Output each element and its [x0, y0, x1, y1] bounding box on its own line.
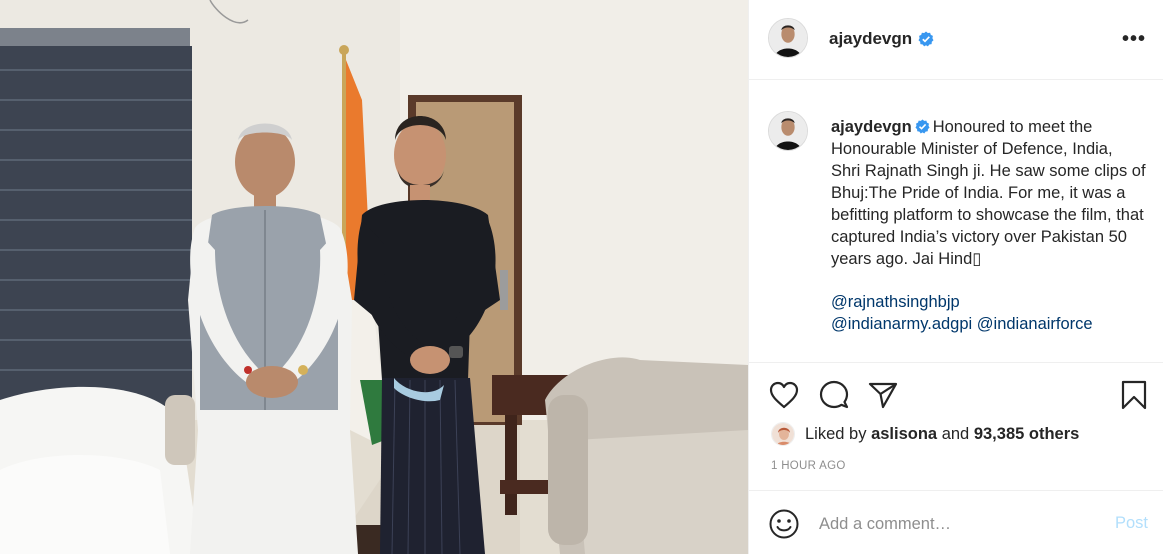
- caption-username[interactable]: ajaydevgn: [831, 118, 912, 136]
- caption-avatar-image: [769, 112, 807, 150]
- likes-connector: and: [941, 424, 970, 443]
- photo-illustration: [0, 0, 748, 554]
- caption-text-block: ajaydevgn Honoured to meet the Honourabl…: [831, 116, 1146, 270]
- mention-link[interactable]: @indianairforce: [977, 315, 1093, 333]
- author-username[interactable]: ajaydevgn: [829, 29, 912, 49]
- likes-summary: Liked by aslisona and 93,385 others: [771, 421, 1079, 447]
- liker-username[interactable]: aslisona: [871, 425, 937, 444]
- mention-link[interactable]: @rajnathsinghbjp: [831, 293, 960, 311]
- more-options-icon: •••: [1121, 28, 1146, 50]
- likes-others-count[interactable]: 93,385 others: [974, 425, 1079, 444]
- heart-icon: [769, 381, 799, 409]
- like-button[interactable]: [768, 379, 800, 411]
- instagram-post: ajaydevgn ••• ajaydevgn Honoured to meet…: [0, 0, 1163, 554]
- post-comment-button[interactable]: Post: [1115, 514, 1148, 533]
- comment-icon: [819, 380, 849, 409]
- liker-avatar-image: [772, 423, 794, 445]
- bookmark-icon: [1121, 380, 1147, 410]
- author-avatar[interactable]: [768, 18, 808, 58]
- smiley-icon[interactable]: [768, 508, 800, 540]
- post-side-panel: ajaydevgn ••• ajaydevgn Honoured to meet…: [748, 0, 1163, 554]
- paper-plane-icon: [868, 382, 898, 409]
- author-username-row: ajaydevgn: [829, 29, 934, 49]
- save-button[interactable]: [1118, 379, 1150, 411]
- comment-bar: Post: [749, 490, 1163, 554]
- caption-avatar[interactable]: [768, 111, 808, 151]
- share-button[interactable]: [867, 379, 899, 411]
- comment-button[interactable]: [818, 379, 850, 411]
- more-options-button[interactable]: •••: [1120, 26, 1148, 52]
- action-bar: [749, 362, 1163, 422]
- comment-input[interactable]: [819, 509, 1099, 539]
- likes-prefix: Liked by: [805, 424, 867, 443]
- liker-avatar[interactable]: [771, 422, 795, 446]
- caption-body: Honoured to meet the Honourable Minister…: [831, 118, 1146, 268]
- caption-verified-badge-icon: [915, 119, 930, 134]
- verified-badge-icon: [918, 31, 934, 47]
- post-header: ajaydevgn •••: [749, 0, 1163, 80]
- post-timestamp[interactable]: 1 HOUR AGO: [771, 460, 846, 472]
- caption-area: ajaydevgn Honoured to meet the Honourabl…: [749, 81, 1163, 361]
- mention-link[interactable]: @indianarmy.adgpi: [831, 315, 972, 333]
- caption-mentions: @rajnathsinghbjp @indianarmy.adgpi @indi…: [831, 291, 1151, 335]
- post-photo[interactable]: [0, 0, 748, 554]
- avatar-image: [769, 19, 807, 57]
